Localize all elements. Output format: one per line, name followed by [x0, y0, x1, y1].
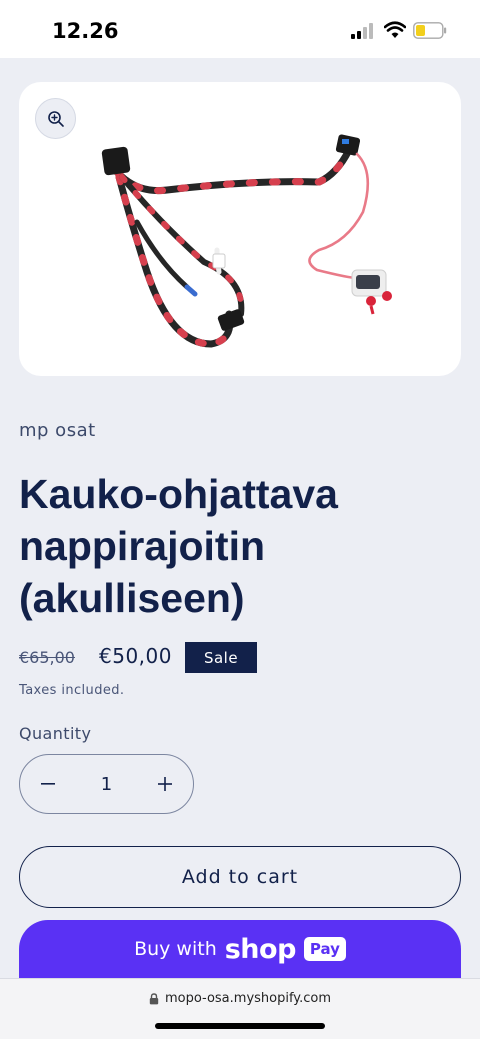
product-image	[101, 134, 392, 348]
sale-price: €50,00	[99, 644, 172, 668]
status-time: 12.26	[52, 19, 119, 43]
quantity-increase-button[interactable]	[137, 755, 193, 813]
battery-icon	[413, 22, 447, 39]
url-text: mopo-osa.myshopify.com	[164, 991, 332, 1006]
compare-at-price: €65,00	[19, 648, 75, 667]
wifi-icon	[384, 21, 406, 38]
minus-icon	[41, 783, 55, 785]
shop-logo: shop	[224, 933, 297, 965]
price-row: €65,00 €50,00 Sale	[19, 642, 459, 674]
zoom-button[interactable]	[35, 98, 76, 139]
quantity-stepper	[19, 754, 194, 814]
taxes-note: Taxes included.	[19, 683, 125, 698]
home-indicator[interactable]	[155, 1023, 325, 1029]
product-title: Kauko-ohjattava nappirajoitin (akullisee…	[19, 471, 338, 621]
quantity-input[interactable]	[76, 755, 137, 813]
shop-pay-button[interactable]: Buy with shop Pay	[19, 920, 461, 978]
pay-chip: Pay	[303, 937, 346, 961]
lock-icon	[149, 992, 159, 1004]
buy-with-label: Buy with	[134, 938, 217, 960]
plus-icon	[158, 777, 172, 791]
quantity-label: Quantity	[19, 724, 92, 743]
url-row[interactable]: mopo-osa.myshopify.com	[0, 991, 480, 1006]
zoom-in-icon	[47, 110, 64, 127]
status-bar: 12.26	[0, 0, 480, 58]
sale-badge: Sale	[185, 642, 257, 673]
add-to-cart-button[interactable]: Add to cart	[19, 846, 461, 908]
product-image-card[interactable]	[19, 82, 461, 376]
vendor-name: mp osat	[19, 420, 96, 441]
quantity-decrease-button[interactable]	[20, 755, 76, 813]
signal-icon	[351, 23, 375, 39]
browser-bar: mopo-osa.myshopify.com	[0, 978, 480, 1039]
